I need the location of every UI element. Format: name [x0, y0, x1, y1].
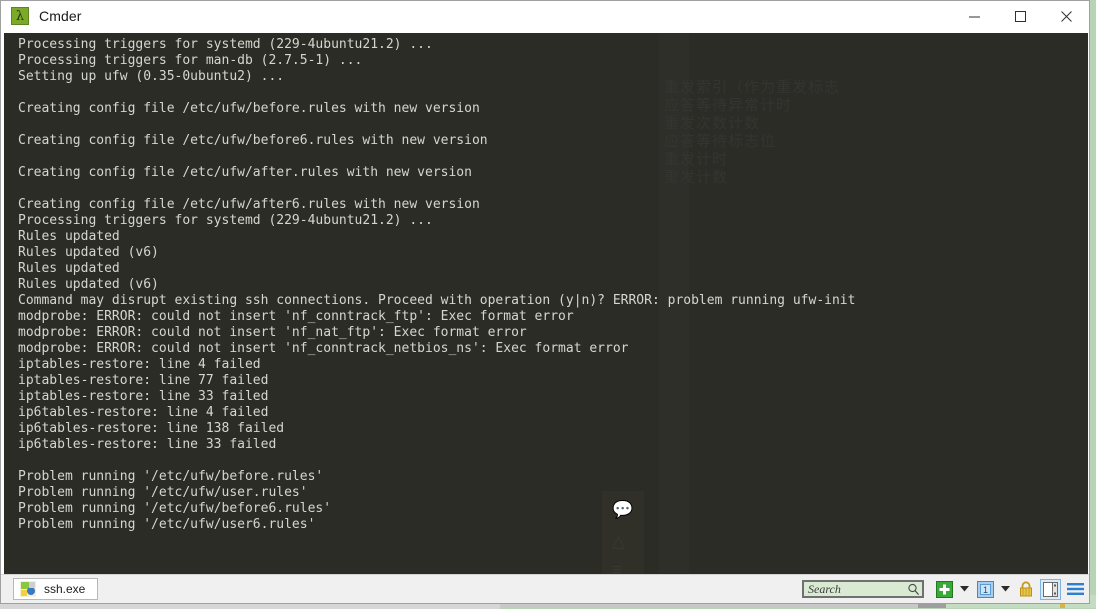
minimize-icon: [968, 16, 980, 17]
lock-button[interactable]: [1016, 579, 1036, 599]
svg-text:1: 1: [982, 585, 987, 595]
split-pane-icon: [1043, 581, 1058, 597]
terminal-line: modprobe: ERROR: could not insert 'nf_na…: [18, 325, 527, 340]
maximize-button[interactable]: [997, 1, 1043, 31]
terminal-line: modprobe: ERROR: could not insert 'nf_co…: [18, 309, 574, 324]
new-console-dropdown[interactable]: [958, 579, 971, 599]
terminal-line: Rules updated (v6): [18, 277, 159, 292]
lambda-icon: λ: [11, 7, 29, 25]
menu-button[interactable]: [1065, 579, 1085, 599]
terminal-line: ip6tables-restore: line 138 failed: [18, 421, 285, 436]
close-icon: [1060, 10, 1072, 22]
terminal-surface[interactable]: 重发索引（作为重发标志 应答等待异常计时 重发次数计数 应答等待标志位 重发计时…: [4, 33, 1088, 574]
terminal-line: Problem running '/etc/ufw/before.rules': [18, 469, 324, 484]
active-console-dropdown[interactable]: [999, 579, 1012, 599]
close-button[interactable]: [1043, 1, 1089, 31]
terminal-line: ip6tables-restore: line 33 failed: [18, 437, 277, 452]
terminal-line: Problem running '/etc/ufw/user6.rules': [18, 517, 316, 532]
console-count-icon: 1: [976, 580, 994, 598]
terminal-line: iptables-restore: line 4 failed: [18, 357, 261, 372]
ghost-list-icon: ≡: [612, 560, 622, 574]
minimize-button[interactable]: [951, 1, 997, 31]
chevron-down-icon: [1001, 586, 1010, 592]
window-controls: [951, 1, 1089, 31]
window-title: Cmder: [39, 8, 82, 24]
padlock-icon: [1020, 580, 1032, 596]
terminal-line: Command may disrupt existing ssh connect…: [18, 293, 856, 308]
status-bar: ssh.exe Search 1: [1, 574, 1089, 603]
terminal-line: Processing triggers for man-db (2.7.5-1)…: [18, 53, 363, 68]
terminal-line: Creating config file /etc/ufw/before.rul…: [18, 101, 480, 116]
terminal-line: Problem running '/etc/ufw/user.rules': [18, 485, 308, 500]
terminal-line: Creating config file /etc/ufw/after.rule…: [18, 165, 472, 180]
terminal-line: iptables-restore: line 77 failed: [18, 373, 269, 388]
cmder-window: λ Cmder 重发索引（作为重发标志 应答等待异常计时 重发次数计数 应答等待…: [0, 0, 1090, 604]
terminal-line: modprobe: ERROR: could not insert 'nf_co…: [18, 341, 629, 356]
active-console-button[interactable]: 1: [975, 579, 995, 599]
console-tab-label: ssh.exe: [44, 582, 86, 596]
maximize-icon: [1014, 10, 1026, 22]
terminal-line: Processing triggers for systemd (229-4ub…: [18, 37, 433, 52]
hamburger-menu-icon: [1066, 583, 1084, 595]
terminal-line: Processing triggers for systemd (229-4ub…: [18, 213, 433, 228]
search-placeholder: Search: [808, 582, 841, 596]
terminal-line: Rules updated: [18, 229, 120, 244]
console-app-icon: [20, 581, 36, 597]
terminal-line: Rules updated: [18, 261, 120, 276]
terminal-line: Problem running '/etc/ufw/before6.rules': [18, 501, 332, 516]
terminal-output: Processing triggers for systemd (229-4ub…: [4, 33, 1088, 533]
terminal-area: 重发索引（作为重发标志 应答等待异常计时 重发次数计数 应答等待标志位 重发计时…: [1, 31, 1089, 574]
title-bar[interactable]: λ Cmder: [1, 1, 1089, 31]
terminal-line: Setting up ufw (0.35-0ubuntu2) ...: [18, 69, 285, 84]
ghost-shape-icon: △: [612, 532, 626, 551]
terminal-line: Rules updated (v6): [18, 245, 159, 260]
terminal-line: Creating config file /etc/ufw/before6.ru…: [18, 133, 488, 148]
search-input[interactable]: Search: [802, 580, 924, 598]
console-tab-ssh[interactable]: ssh.exe: [13, 578, 99, 600]
terminal-line: iptables-restore: line 33 failed: [18, 389, 269, 404]
terminal-line: ip6tables-restore: line 4 failed: [18, 405, 269, 420]
terminal-line: Creating config file /etc/ufw/after6.rul…: [18, 197, 480, 212]
search-icon[interactable]: [907, 583, 920, 596]
plus-icon: [935, 580, 953, 598]
status-bar-controls: Search 1: [802, 575, 1085, 603]
split-pane-button[interactable]: [1040, 578, 1061, 600]
chevron-down-icon: [960, 586, 969, 592]
new-console-button[interactable]: [934, 579, 954, 599]
